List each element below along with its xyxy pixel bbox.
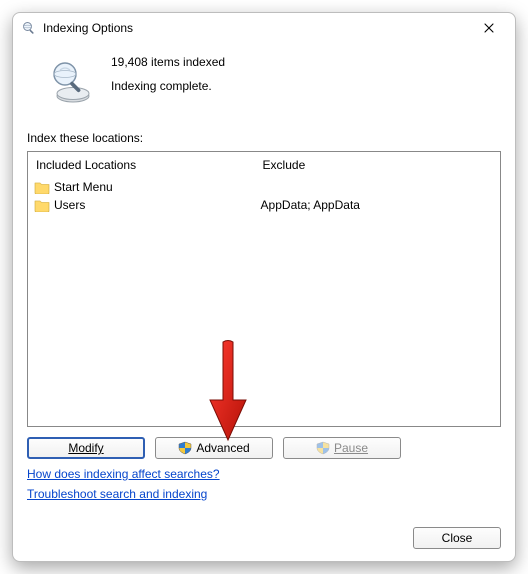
help-links: How does indexing affect searches? Troub… [27, 467, 501, 507]
exclude-value: AppData; AppData [261, 196, 494, 214]
troubleshoot-link[interactable]: Troubleshoot search and indexing [27, 487, 207, 501]
indexing-options-dialog: Indexing Options 19,408 items indexed [12, 12, 516, 562]
list-item[interactable]: Start Menu [34, 178, 249, 196]
folder-icon [34, 180, 50, 194]
button-label: Close [442, 531, 473, 545]
close-icon [484, 23, 494, 33]
section-label: Index these locations: [27, 131, 501, 145]
button-row: Modify Advanced [27, 437, 501, 459]
button-label: Modify [68, 441, 103, 455]
how-does-indexing-link[interactable]: How does indexing affect searches? [27, 467, 220, 481]
locations-list: Included Locations Start Menu Users Excl… [27, 151, 501, 427]
button-label: Advanced [196, 441, 249, 455]
dialog-footer: Close [27, 527, 501, 549]
included-column: Included Locations Start Menu Users [28, 152, 255, 426]
indexing-state: Indexing complete. [111, 79, 225, 95]
close-dialog-button[interactable]: Close [413, 527, 501, 549]
window-title: Indexing Options [43, 21, 467, 35]
dialog-content: 19,408 items indexed Indexing complete. … [13, 43, 515, 561]
exclude-value [261, 178, 494, 196]
indexed-count: 19,408 items indexed [111, 55, 225, 71]
modify-button[interactable]: Modify [27, 437, 145, 459]
shield-icon [178, 441, 192, 455]
app-icon [21, 20, 37, 36]
button-label: Pause [334, 441, 368, 455]
location-name: Users [54, 198, 85, 212]
location-name: Start Menu [54, 180, 113, 194]
list-item[interactable]: Users [34, 196, 249, 214]
shield-icon [316, 441, 330, 455]
exclude-header: Exclude [261, 156, 494, 178]
exclude-column: Exclude AppData; AppData [255, 152, 500, 426]
pause-button[interactable]: Pause [283, 437, 401, 459]
status-area: 19,408 items indexed Indexing complete. [27, 43, 501, 119]
advanced-button[interactable]: Advanced [155, 437, 273, 459]
folder-icon [34, 198, 50, 212]
included-header: Included Locations [34, 156, 249, 178]
status-text: 19,408 items indexed Indexing complete. [111, 53, 225, 102]
close-button[interactable] [467, 14, 511, 42]
titlebar: Indexing Options [13, 13, 515, 43]
magnifier-drive-icon [47, 57, 95, 105]
